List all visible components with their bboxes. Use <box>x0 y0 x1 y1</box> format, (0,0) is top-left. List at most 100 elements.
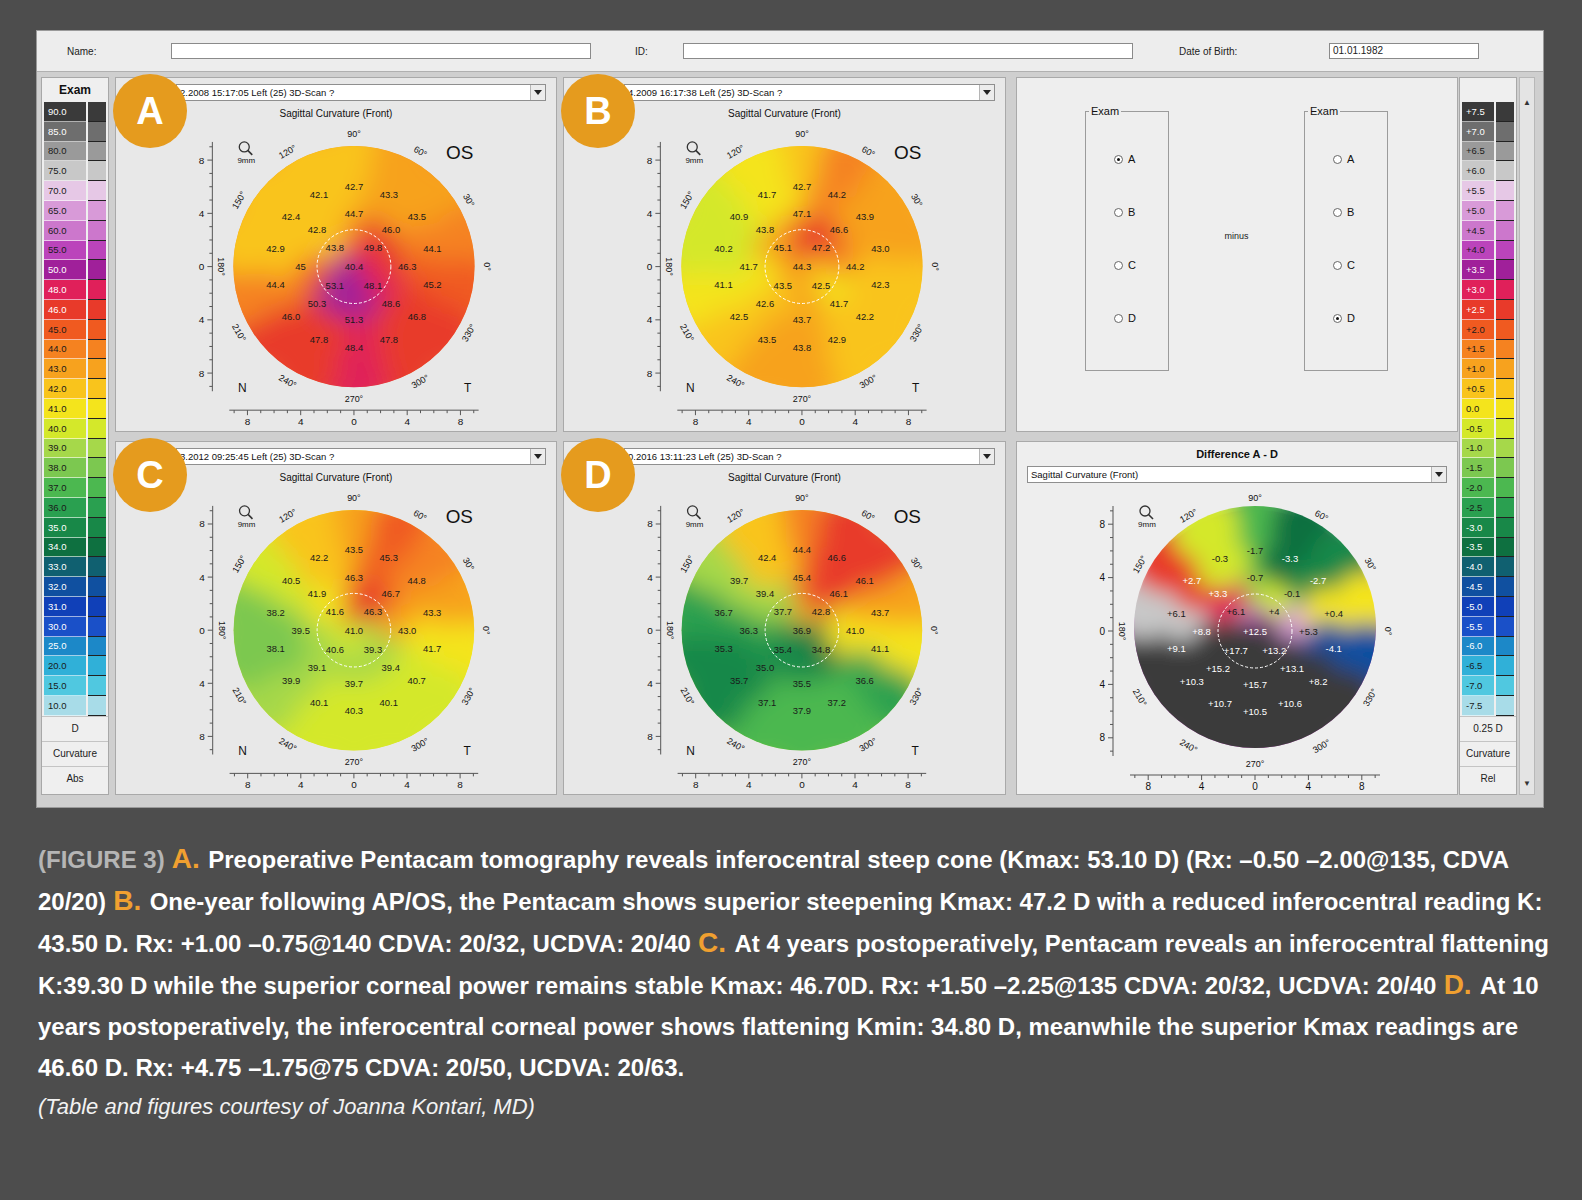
svg-text:4: 4 <box>647 678 653 689</box>
degree-label: 30° <box>461 555 477 572</box>
magnifier-icon[interactable] <box>1140 506 1153 519</box>
eye-label: OS <box>894 506 921 527</box>
magnifier-icon[interactable] <box>239 142 252 155</box>
curvature-value: 44.7 <box>345 208 363 219</box>
curvature-value: 39.4 <box>756 588 774 599</box>
exam-radio[interactable]: D <box>1333 311 1387 325</box>
exam-radio[interactable]: A <box>1333 152 1387 166</box>
dropdown-arrow-icon[interactable] <box>979 449 994 464</box>
curvature-value: 45.3 <box>380 552 398 563</box>
curvature-value: 39.7 <box>345 678 363 689</box>
curvature-value: 35.7 <box>730 674 748 685</box>
name-field[interactable] <box>171 43 591 59</box>
map-panel: C3.2012 09:25:45 Left (25) 3D-Scan ?Sagi… <box>115 441 557 795</box>
degree-label: 0° <box>482 262 492 271</box>
scan-dropdown[interactable]: 0.2016 13:11:23 Left (25) 3D-Scan ? <box>624 448 995 465</box>
temporal-label: T <box>912 381 920 395</box>
workspace: Exam90.085.080.075.070.065.060.055.050.0… <box>41 77 1539 801</box>
degree-label: 270° <box>345 757 364 767</box>
difference-value: +2.7 <box>1183 575 1202 586</box>
topography-map[interactable]: 40.443.849.848.153.144.746.046.348.651.3… <box>116 124 556 431</box>
id-field[interactable] <box>683 43 1133 59</box>
degree-label: 90° <box>1248 493 1262 503</box>
difference-value: +6.1 <box>1167 608 1186 619</box>
curvature-surface <box>209 124 500 415</box>
topography-map[interactable]: 41.041.646.339.340.646.346.743.039.439.7… <box>116 488 556 794</box>
zoom-label: 9mm <box>1138 520 1156 529</box>
caption-segment: D. <box>1444 969 1472 1000</box>
curvature-value: 51.3 <box>345 314 363 325</box>
scale-option[interactable]: 0.25 D <box>1460 716 1516 741</box>
curvature-value: 42.6 <box>756 298 774 309</box>
curvature-value: 42.2 <box>310 552 328 563</box>
degree-label: 210° <box>678 686 696 707</box>
scale-option[interactable]: Rel <box>1460 766 1516 791</box>
exam-group-right: ExamABCD <box>1304 111 1388 371</box>
dropdown-arrow-icon[interactable] <box>530 449 545 464</box>
curvature-value: 46.8 <box>408 311 426 322</box>
exam-radio[interactable]: C <box>1114 258 1168 272</box>
nasal-label: N <box>238 381 247 395</box>
degree-label: 240° <box>725 372 746 390</box>
degree-label: 330° <box>460 322 478 343</box>
curvature-value: 41.7 <box>739 261 757 272</box>
dropdown-arrow-icon[interactable] <box>1431 467 1446 482</box>
scale-step: +3.5 <box>1460 260 1516 280</box>
dob-field[interactable]: 01.01.1982 <box>1329 43 1479 59</box>
map-type-dropdown[interactable]: Sagittal Curvature (Front) <box>1027 466 1447 483</box>
difference-value: +4 <box>1269 606 1280 617</box>
curvature-value: 37.9 <box>793 705 811 716</box>
curvature-value: 41.1 <box>871 642 889 653</box>
svg-text:0: 0 <box>351 779 357 790</box>
exam-radio[interactable]: A <box>1114 152 1168 166</box>
scroll-up-button[interactable]: ▲ <box>1523 98 1531 107</box>
svg-text:4: 4 <box>746 779 752 790</box>
dropdown-arrow-icon[interactable] <box>979 85 994 100</box>
curvature-value: 39.4 <box>382 661 400 672</box>
exam-radio[interactable]: C <box>1333 258 1387 272</box>
curvature-value: 43.3 <box>423 607 441 618</box>
scale-step: 36.0 <box>42 498 108 518</box>
curvature-value: 43.5 <box>758 333 776 344</box>
difference-title: Difference A - D <box>1017 442 1457 466</box>
topography-map[interactable]: 44.345.147.242.543.547.146.644.241.743.7… <box>564 124 1004 431</box>
scale-option[interactable]: Curvature <box>1460 741 1516 766</box>
difference-value: +6.1 <box>1226 606 1245 617</box>
scale-step: 37.0 <box>42 478 108 498</box>
scale-step: 42.0 <box>42 379 108 399</box>
degree-label: 150° <box>230 189 248 210</box>
curvature-value: 40.1 <box>310 697 328 708</box>
scale-step: 85.0 <box>42 122 108 142</box>
svg-text:4: 4 <box>1306 781 1312 792</box>
scan-dropdown[interactable]: 2.2008 15:17:05 Left (25) 3D-Scan ? <box>176 84 546 101</box>
scale-option[interactable]: D <box>42 716 108 741</box>
scale-step: 80.0 <box>42 142 108 162</box>
scale-option[interactable]: Curvature <box>42 741 108 766</box>
scale-step: +3.0 <box>1460 280 1516 300</box>
magnifier-icon[interactable] <box>688 506 701 519</box>
scale-option[interactable]: Abs <box>42 766 108 791</box>
curvature-value: 44.2 <box>828 188 846 199</box>
scroll-down-button[interactable]: ▼ <box>1523 779 1531 788</box>
scale-step: 38.0 <box>42 458 108 478</box>
magnifier-icon[interactable] <box>687 142 700 155</box>
scrollbar[interactable]: ▲▼ <box>1519 77 1535 795</box>
curvature-value: 46.6 <box>830 224 848 235</box>
topography-map[interactable]: 36.937.742.834.835.445.446.141.035.535.0… <box>564 488 1004 794</box>
scale-step: -7.0 <box>1460 676 1516 696</box>
scan-dropdown[interactable]: 4.2009 16:17:38 Left (25) 3D-Scan ? <box>624 84 995 101</box>
dropdown-arrow-icon[interactable] <box>530 85 545 100</box>
magnifier-icon[interactable] <box>240 506 253 519</box>
svg-text:4: 4 <box>647 208 653 219</box>
temporal-label: T <box>912 744 920 758</box>
degree-label: 300° <box>858 372 879 390</box>
exam-radio[interactable]: B <box>1333 205 1387 219</box>
degree-label: 30° <box>909 555 925 572</box>
scale-step: 33.0 <box>42 557 108 577</box>
difference-map[interactable]: +12.5+6.1+4+13.2+17.7-0.7-0.1+5.3+13.1+1… <box>1017 492 1457 794</box>
scale-step: -5.5 <box>1460 617 1516 637</box>
exam-radio[interactable]: B <box>1114 205 1168 219</box>
scan-dropdown[interactable]: 3.2012 09:25:45 Left (25) 3D-Scan ? <box>176 448 546 465</box>
curvature-value: 46.7 <box>382 588 400 599</box>
exam-radio[interactable]: D <box>1114 311 1168 325</box>
